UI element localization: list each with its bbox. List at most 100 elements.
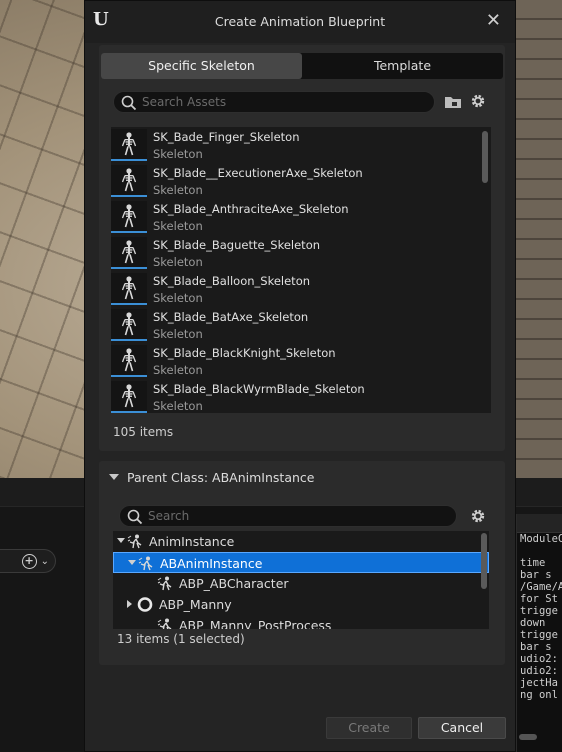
expand-arrow-icon[interactable] bbox=[117, 538, 125, 543]
log-line: trigge bbox=[520, 629, 558, 641]
class-tree-row[interactable]: ABP_ABCharacter bbox=[113, 573, 489, 594]
asset-list-item[interactable]: SK_Blade_BlackKnight_Skeleton Skeleton bbox=[111, 343, 491, 379]
class-tree-label: ABP_Manny_PostProcess bbox=[179, 618, 332, 629]
add-dropdown-button[interactable]: + ⌄ bbox=[0, 549, 56, 573]
output-log-scrollbar[interactable] bbox=[519, 734, 537, 740]
asset-list-item[interactable]: SK_Blade_BlackWyrmBlade_Skeleton Skeleton bbox=[111, 379, 491, 413]
folder-filter-icon[interactable] bbox=[444, 93, 462, 111]
search-icon bbox=[127, 509, 143, 525]
class-tree-row[interactable]: AnimInstance bbox=[113, 531, 489, 552]
tab-specific-skeleton[interactable]: Specific Skeleton bbox=[101, 53, 302, 79]
anim-class-icon bbox=[127, 534, 143, 549]
asset-type: Skeleton bbox=[153, 363, 203, 377]
class-tree-row[interactable]: ABAnimInstance bbox=[113, 552, 489, 573]
class-tree-label: ABP_ABCharacter bbox=[179, 576, 289, 591]
asset-list-item[interactable]: SK_Blade_BatAxe_Skeleton Skeleton bbox=[111, 307, 491, 343]
skeleton-thumbnail bbox=[111, 129, 147, 161]
anim-class-icon bbox=[138, 556, 154, 571]
class-search-input[interactable]: Search bbox=[119, 505, 457, 527]
create-animation-blueprint-dialog: U Create Animation Blueprint ✕ Specific … bbox=[84, 0, 516, 752]
class-count: 13 items (1 selected) bbox=[117, 632, 245, 646]
asset-type: Skeleton bbox=[153, 183, 203, 197]
parent-class-header[interactable]: Parent Class: ABAnimInstance bbox=[109, 470, 314, 485]
class-tree-scrollbar[interactable] bbox=[481, 533, 487, 589]
class-tree-label: ABP_Manny bbox=[159, 597, 232, 612]
output-log-tab[interactable] bbox=[517, 514, 562, 533]
expand-arrow-icon[interactable] bbox=[128, 560, 136, 565]
asset-list-item[interactable]: SK_Blade_Baguette_Skeleton Skeleton bbox=[111, 235, 491, 271]
search-icon bbox=[121, 95, 137, 111]
asset-count: 105 items bbox=[113, 425, 174, 439]
log-line: down bbox=[520, 617, 546, 629]
skeleton-thumbnail bbox=[111, 309, 147, 341]
asset-name: SK_Blade_BatAxe_Skeleton bbox=[153, 310, 309, 324]
log-line: bar s bbox=[520, 569, 552, 581]
class-tree-row[interactable]: ABP_Manny_PostProcess bbox=[113, 615, 489, 629]
skeleton-thumbnail bbox=[111, 381, 147, 413]
anim-class-icon bbox=[157, 618, 173, 629]
cancel-button[interactable]: Cancel bbox=[418, 717, 506, 739]
anim-class-icon bbox=[157, 576, 173, 591]
skeleton-panel: Specific Skeleton Template Search Assets… bbox=[99, 45, 505, 451]
log-line: trigge bbox=[520, 605, 558, 617]
asset-name: SK_Blade_BlackKnight_Skeleton bbox=[153, 346, 336, 360]
source-tabs: Specific Skeleton Template bbox=[101, 53, 503, 79]
log-line: for St bbox=[520, 593, 558, 605]
asset-list-scrollbar[interactable] bbox=[482, 131, 488, 183]
log-line: /Game/A bbox=[520, 581, 562, 593]
class-search-placeholder: Search bbox=[148, 509, 190, 523]
settings-gear-icon[interactable] bbox=[469, 92, 487, 110]
asset-name: SK_Blade_BlackWyrmBlade_Skeleton bbox=[153, 382, 365, 396]
search-assets-placeholder: Search Assets bbox=[142, 95, 227, 109]
close-icon[interactable]: ✕ bbox=[486, 10, 501, 31]
skeleton-thumbnail bbox=[111, 237, 147, 269]
asset-type: Skeleton bbox=[153, 291, 203, 305]
asset-name: SK_Blade_AnthraciteAxe_Skeleton bbox=[153, 202, 349, 216]
skeleton-thumbnail bbox=[111, 273, 147, 305]
asset-list-item[interactable]: SK_Blade__ExecutionerAxe_Skeleton Skeleto… bbox=[111, 163, 491, 199]
chevron-down-icon: ⌄ bbox=[40, 555, 49, 567]
log-line: udio2: bbox=[520, 653, 558, 665]
asset-type: Skeleton bbox=[153, 255, 203, 269]
skeleton-thumbnail bbox=[111, 165, 147, 197]
dialog-title: Create Animation Blueprint bbox=[214, 14, 386, 29]
asset-type: Skeleton bbox=[153, 399, 203, 413]
asset-list-item[interactable]: SK_Blade_AnthraciteAxe_Skeleton Skeleton bbox=[111, 199, 491, 235]
class-tree-label: AnimInstance bbox=[149, 534, 235, 549]
skeleton-thumbnail bbox=[111, 201, 147, 233]
output-log: ModuleCo time bar s/Game/Afor Sttrigge d… bbox=[516, 514, 562, 752]
asset-list: SK_Bade_Finger_Skeleton Skeleton SK_Blade_… bbox=[111, 127, 491, 413]
class-tree-label: ABAnimInstance bbox=[160, 556, 263, 571]
create-button[interactable]: Create bbox=[326, 717, 412, 739]
asset-list-item[interactable]: SK_Blade_Balloon_Skeleton Skeleton bbox=[111, 271, 491, 307]
search-assets-input[interactable]: Search Assets bbox=[113, 91, 435, 113]
collapse-arrow-icon bbox=[109, 474, 119, 480]
log-line: ModuleCo bbox=[520, 533, 562, 545]
skeleton-thumbnail bbox=[111, 345, 147, 377]
collapsed-arrow-icon[interactable] bbox=[127, 600, 132, 608]
log-line: jectHa bbox=[520, 677, 558, 689]
log-line: time bbox=[520, 557, 546, 569]
tab-template[interactable]: Template bbox=[302, 53, 503, 79]
viewport-background-wall bbox=[516, 0, 562, 478]
class-tree-row[interactable]: ABP_Manny bbox=[113, 594, 489, 615]
anim-blueprint-icon bbox=[137, 597, 153, 612]
asset-name: SK_Blade_Baguette_Skeleton bbox=[153, 238, 321, 252]
plus-icon: + bbox=[21, 553, 37, 569]
asset-name: SK_Blade__ExecutionerAxe_Skeleton bbox=[153, 166, 363, 180]
parent-class-title: Parent Class: ABAnimInstance bbox=[127, 470, 315, 485]
parent-class-panel: Parent Class: ABAnimInstance Search Anim… bbox=[99, 461, 505, 665]
asset-type: Skeleton bbox=[153, 327, 203, 341]
settings-gear-icon[interactable] bbox=[469, 507, 487, 525]
log-line: bar s bbox=[520, 641, 552, 653]
asset-name: SK_Bade_Finger_Skeleton bbox=[153, 130, 300, 144]
asset-name: SK_Blade_Balloon_Skeleton bbox=[153, 274, 311, 288]
log-line: udio2: bbox=[520, 665, 558, 677]
log-line: ng onl bbox=[520, 689, 558, 701]
asset-type: Skeleton bbox=[153, 219, 203, 233]
dialog-titlebar: U Create Animation Blueprint ✕ bbox=[85, 1, 515, 43]
asset-type: Skeleton bbox=[153, 147, 203, 161]
asset-list-item[interactable]: SK_Bade_Finger_Skeleton Skeleton bbox=[111, 127, 491, 163]
class-tree: AnimInstance ABAnimInstance ABP_ABCharacte… bbox=[113, 531, 489, 629]
